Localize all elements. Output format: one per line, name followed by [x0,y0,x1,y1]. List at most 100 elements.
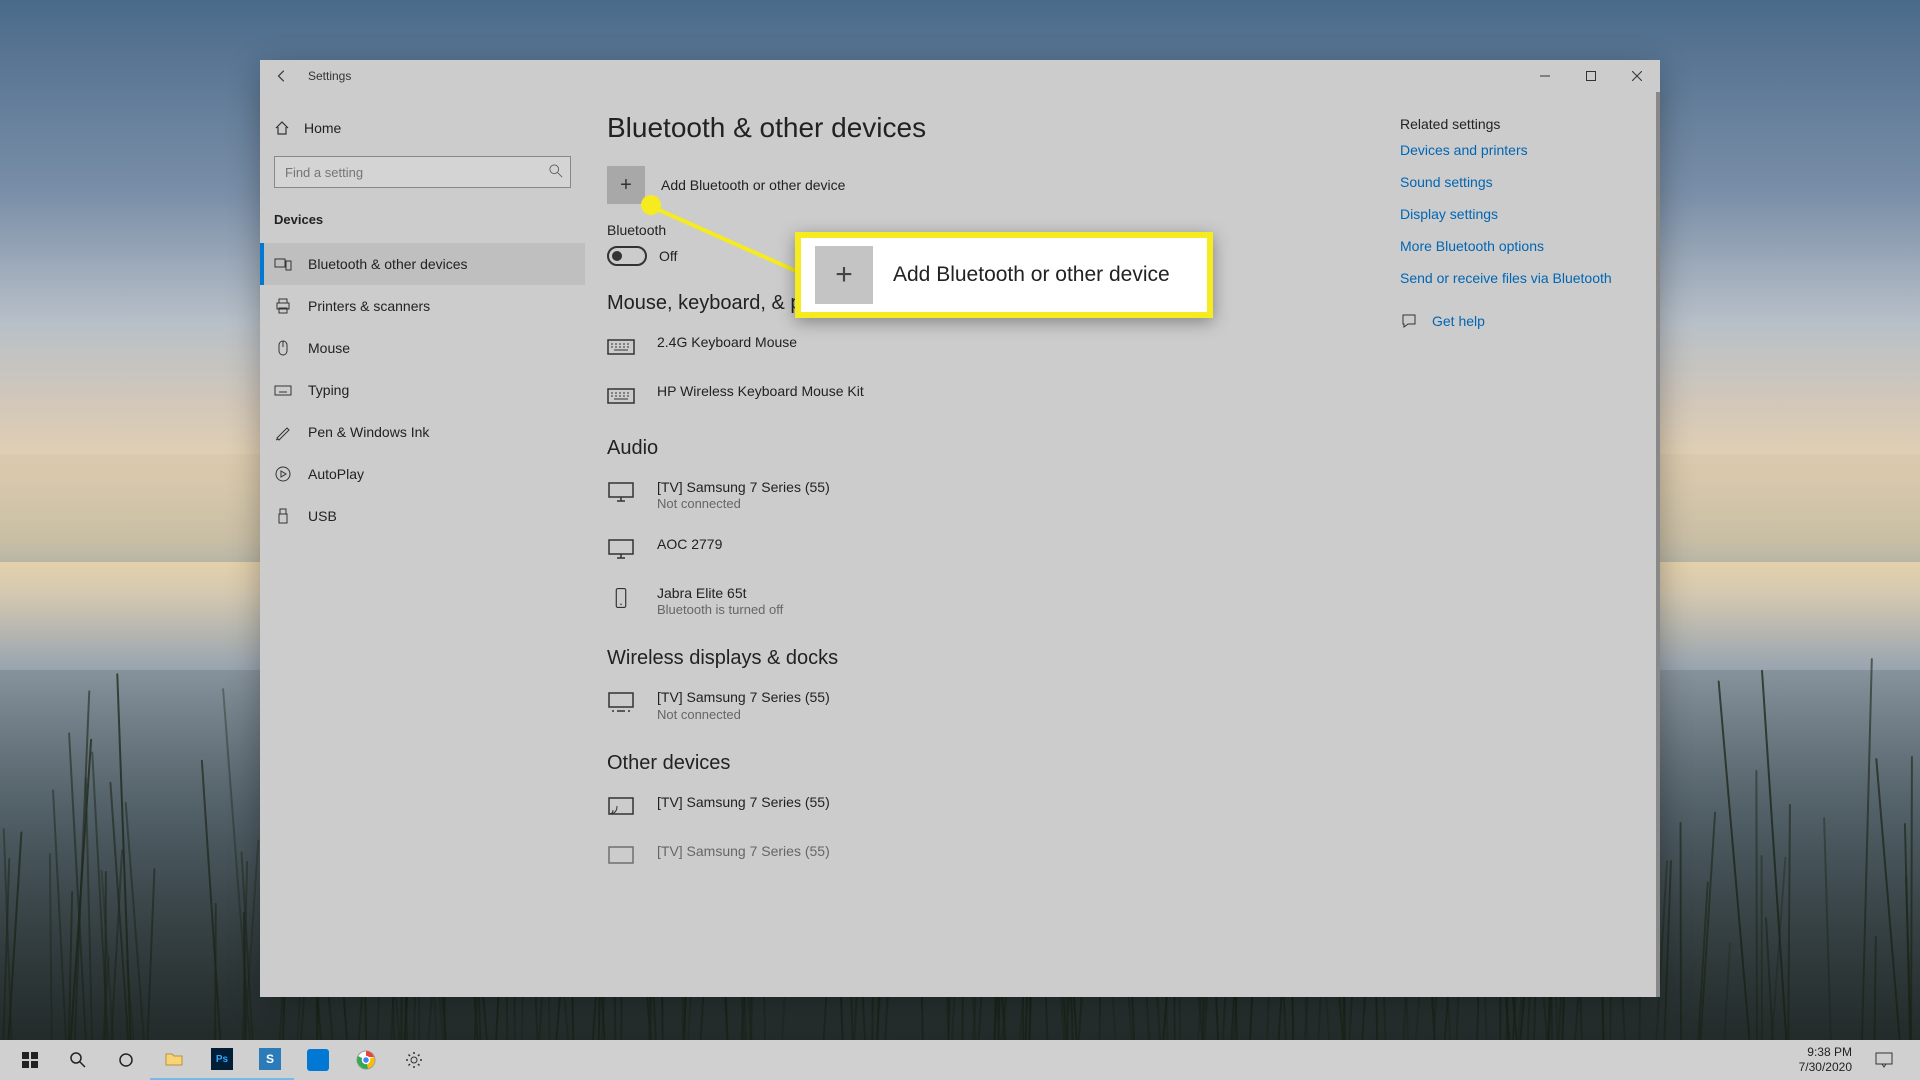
device-row[interactable]: Jabra Elite 65tBluetooth is turned off [607,576,1380,633]
plus-icon: + [607,166,645,204]
settings-window: Settings Home Devices Bluetooth & other … [260,60,1660,997]
close-icon [1632,71,1642,81]
photoshop-button[interactable]: Ps [198,1040,246,1080]
sidebar-item-label: AutoPlay [308,466,364,482]
sidebar-item-printers[interactable]: Printers & scanners [260,285,585,327]
cortana-button[interactable] [102,1040,150,1080]
device-row[interactable]: AOC 2779 [607,527,1380,576]
gear-icon [405,1051,423,1069]
keyboard-icon [274,381,292,399]
device-row[interactable]: [TV] Samsung 7 Series (55) [607,834,1380,883]
phone-icon [607,587,635,609]
related-link-devices-printers[interactable]: Devices and printers [1400,142,1636,158]
sidebar-item-label: USB [308,508,337,524]
notification-icon [1875,1052,1893,1068]
sidebar-category: Devices [260,202,585,237]
sidebar: Home Devices Bluetooth & other devices P… [260,92,585,997]
annotation-text: Add Bluetooth or other device [893,263,1170,287]
device-row[interactable]: [TV] Samsung 7 Series (55)Not connected [607,470,1380,527]
device-name: [TV] Samsung 7 Series (55) [657,793,830,811]
keyboard-icon [607,385,635,407]
action-center-button[interactable] [1862,1040,1906,1080]
annotation-dot [641,195,661,215]
section-heading-audio: Audio [607,437,1380,460]
close-button[interactable] [1614,60,1660,92]
device-name: 2.4G Keyboard Mouse [657,333,797,351]
mouse-icon [274,339,292,357]
sidebar-item-pen[interactable]: Pen & Windows Ink [260,411,585,453]
device-row[interactable]: [TV] Samsung 7 Series (55)Not connected [607,680,1380,737]
usb-icon [274,507,292,525]
add-device-label: Add Bluetooth or other device [661,177,845,193]
toggle-switch [607,246,647,266]
home-link[interactable]: Home [260,110,585,146]
search-icon [70,1052,86,1068]
device-name: AOC 2779 [657,535,722,553]
chrome-button[interactable] [342,1040,390,1080]
related-link-send-receive[interactable]: Send or receive files via Bluetooth [1400,270,1636,286]
app-button[interactable] [294,1040,342,1080]
app-icon [307,1049,329,1071]
system-clock[interactable]: 9:38 PM 7/30/2020 [1793,1045,1858,1075]
home-label: Home [304,120,341,136]
device-row[interactable]: HP Wireless Keyboard Mouse Kit [607,374,1380,423]
pen-icon [274,423,292,441]
device-row[interactable]: [TV] Samsung 7 Series (55) [607,785,1380,834]
related-link-sound[interactable]: Sound settings [1400,174,1636,190]
minimize-icon [1540,71,1550,81]
file-explorer-button[interactable] [150,1040,198,1080]
arrow-left-icon [275,69,289,83]
sidebar-item-label: Pen & Windows Ink [308,424,429,440]
home-icon [274,120,290,136]
maximize-button[interactable] [1568,60,1614,92]
start-button[interactable] [6,1040,54,1080]
sidebar-item-label: Mouse [308,340,350,356]
search-icon [549,164,563,178]
device-row[interactable]: 2.4G Keyboard Mouse [607,325,1380,374]
devices-icon [274,255,292,273]
keyboard-icon [607,336,635,358]
annotation-callout: + Add Bluetooth or other device [795,232,1213,318]
get-help-link[interactable]: Get help [1432,313,1485,329]
sidebar-item-usb[interactable]: USB [260,495,585,537]
related-link-more-bluetooth[interactable]: More Bluetooth options [1400,238,1636,254]
search-input[interactable] [274,156,571,188]
sidebar-item-label: Typing [308,382,349,398]
windows-icon [22,1052,38,1068]
device-name: Jabra Elite 65t [657,584,783,602]
snagit-button[interactable]: S [246,1040,294,1080]
chrome-icon [356,1050,376,1070]
search-button[interactable] [54,1040,102,1080]
cast-icon [607,796,635,818]
window-title: Settings [308,69,351,83]
device-name: [TV] Samsung 7 Series (55) [657,478,830,496]
monitor-icon [607,481,635,503]
device-status: Not connected [657,496,830,511]
device-name: [TV] Samsung 7 Series (55) [657,688,830,706]
sidebar-item-label: Bluetooth & other devices [308,256,468,272]
monitor-icon [607,538,635,560]
sidebar-item-typing[interactable]: Typing [260,369,585,411]
device-status: Bluetooth is turned off [657,602,783,617]
related-link-display[interactable]: Display settings [1400,206,1636,222]
device-status: Not connected [657,707,830,722]
scrollbar[interactable] [1656,92,1660,997]
titlebar: Settings [260,60,1660,92]
sidebar-item-autoplay[interactable]: AutoPlay [260,453,585,495]
taskbar: Ps S 9:38 PM 7/30/2020 [0,1040,1920,1080]
get-help-row[interactable]: Get help [1400,312,1636,330]
cast-icon [607,845,635,867]
chat-icon [1400,312,1418,330]
device-name: HP Wireless Keyboard Mouse Kit [657,382,864,400]
device-name: [TV] Samsung 7 Series (55) [657,842,830,860]
plus-icon: + [815,246,873,304]
minimize-button[interactable] [1522,60,1568,92]
sidebar-item-bluetooth[interactable]: Bluetooth & other devices [260,243,585,285]
settings-taskbar-button[interactable] [390,1040,438,1080]
clock-date: 7/30/2020 [1799,1060,1852,1075]
related-settings-heading: Related settings [1400,116,1636,132]
section-heading-other: Other devices [607,752,1380,775]
back-button[interactable] [260,60,304,92]
sidebar-item-mouse[interactable]: Mouse [260,327,585,369]
related-settings-pane: Related settings Devices and printers So… [1390,112,1660,997]
